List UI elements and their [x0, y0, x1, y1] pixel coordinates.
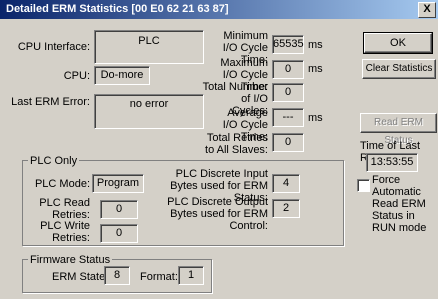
ok-button[interactable]: OK [363, 32, 433, 54]
erm-statistics-dialog: Detailed ERM Statistics [00 E0 62 21 63 … [0, 0, 438, 299]
min-io-cycle-field: 65535 [272, 35, 304, 54]
last-erm-error-value: no error [129, 98, 169, 110]
force-auto-checkbox[interactable] [357, 179, 370, 192]
close-button[interactable]: X [418, 2, 436, 18]
plc-only-title: PLC Only [28, 155, 80, 167]
cpu-value: Do-more [100, 69, 144, 81]
clear-statistics-label: Clear Statistics [365, 63, 433, 74]
total-io-cycles-value: 0 [284, 86, 292, 98]
ok-button-label: OK [390, 37, 406, 49]
plc-write-retries-label: PLC Write Retries: [40, 220, 90, 244]
window-title: Detailed ERM Statistics [00 E0 62 21 63 … [6, 3, 229, 15]
title-bar[interactable]: Detailed ERM Statistics [00 E0 62 21 63 … [0, 0, 438, 19]
discrete-output-label: PLC Discrete Output Bytes used for ERM C… [167, 196, 268, 232]
max-io-cycle-value: 0 [284, 63, 292, 75]
plc-write-retries-field: 0 [100, 224, 138, 243]
avg-io-cycle-unit: ms [308, 112, 323, 124]
max-io-cycle-field: 0 [272, 60, 304, 79]
cpu-field: Do-more [94, 66, 150, 85]
min-io-cycle-unit: ms [308, 39, 323, 51]
total-retries-field: 0 [272, 133, 304, 152]
format-value: 1 [187, 269, 195, 281]
erm-state-label: ERM State: [52, 271, 109, 283]
cpu-interface-field: PLC [94, 30, 204, 64]
plc-write-retries-value: 0 [115, 227, 123, 239]
total-retries-value: 0 [284, 136, 292, 148]
plc-read-retries-label: PLC Read Retries: [39, 197, 90, 221]
discrete-input-value: 4 [282, 177, 290, 189]
max-io-cycle-unit: ms [308, 63, 323, 75]
avg-io-cycle-field: --- [272, 108, 304, 127]
firmware-title: Firmware Status [28, 254, 113, 266]
plc-mode-field: Program [92, 174, 144, 193]
plc-mode-label: PLC Mode: [34, 178, 90, 190]
avg-io-cycle-value: --- [282, 111, 294, 123]
plc-mode-value: Program [96, 177, 140, 189]
last-erm-error-label: Last ERM Error: [11, 96, 90, 108]
plc-read-retries-value: 0 [115, 203, 123, 215]
cpu-interface-label: CPU Interface: [17, 41, 90, 53]
erm-state-field: 8 [104, 266, 130, 285]
last-read-field: 13:53:55 [366, 153, 418, 172]
cpu-label: CPU: [63, 70, 90, 82]
last-erm-error-field: no error [94, 94, 204, 129]
total-io-cycles-field: 0 [272, 83, 304, 102]
cpu-interface-value: PLC [138, 35, 160, 47]
format-label: Format: [140, 271, 178, 283]
discrete-output-value: 2 [282, 202, 290, 214]
last-read-value: 13:53:55 [370, 156, 414, 168]
total-retries-label: Total Retries to All Slaves: [205, 132, 268, 156]
min-io-cycle-value: 65535 [273, 38, 304, 50]
clear-statistics-button[interactable]: Clear Statistics [362, 59, 436, 79]
read-erm-status-button[interactable]: Read ERM Status [360, 113, 437, 146]
discrete-output-field: 2 [272, 199, 300, 218]
erm-state-value: 8 [113, 269, 121, 281]
format-field: 1 [178, 266, 204, 285]
force-auto-label: Force Automatic Read ERM Status in RUN m… [372, 174, 427, 234]
plc-read-retries-field: 0 [100, 200, 138, 219]
discrete-input-field: 4 [272, 174, 300, 193]
